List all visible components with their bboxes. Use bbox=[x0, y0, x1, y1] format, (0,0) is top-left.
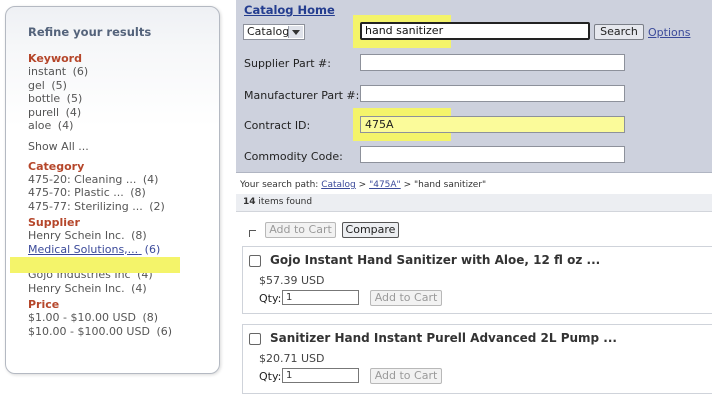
commodity-code-label: Commodity Code: bbox=[244, 150, 343, 163]
results-count-bar: 14 items found bbox=[236, 194, 712, 212]
keyword-item-instant[interactable]: instant (6) bbox=[28, 65, 219, 79]
breadcrumb-catalog-link[interactable]: Catalog bbox=[321, 180, 356, 190]
manufacturer-part-input[interactable] bbox=[360, 85, 625, 102]
keyword-item-aloe[interactable]: aloe (4) bbox=[28, 119, 219, 133]
refine-sidebar: Refine your results Keyword instant (6) … bbox=[5, 6, 220, 374]
product-checkbox[interactable] bbox=[249, 255, 261, 267]
catalog-home-link[interactable]: Catalog Home bbox=[244, 3, 335, 17]
chevron-down-icon[interactable] bbox=[288, 26, 303, 38]
keyword-item-purell[interactable]: purell (4) bbox=[28, 106, 219, 120]
search-button[interactable]: Search bbox=[594, 24, 644, 40]
search-panel: Catalog Home Catalog hand sanitizer Sear… bbox=[236, 0, 712, 173]
category-item-cleaning[interactable]: 475-20: Cleaning ... (4) bbox=[28, 173, 219, 187]
supplier-part-input[interactable] bbox=[360, 54, 625, 71]
supplier-heading: Supplier bbox=[28, 216, 80, 229]
price-item-1-10[interactable]: $1.00 - $10.00 USD (8) bbox=[28, 311, 219, 325]
sidebar-title: Refine your results bbox=[28, 25, 152, 39]
catalog-select[interactable]: Catalog bbox=[243, 24, 305, 40]
add-to-cart-all-button[interactable]: Add to Cart bbox=[265, 222, 336, 238]
keyword-item-bottle[interactable]: bottle (5) bbox=[28, 92, 219, 106]
category-item-sterilizing[interactable]: 475-77: Sterilizing ... (2) bbox=[28, 200, 219, 214]
keyword-heading: Keyword bbox=[28, 52, 82, 65]
product-title[interactable]: Gojo Instant Hand Sanitizer with Aloe, 1… bbox=[270, 253, 600, 267]
options-link[interactable]: Options bbox=[648, 26, 690, 39]
breadcrumb-contract-link[interactable]: "475A" bbox=[369, 180, 401, 190]
qty-label: Qty: bbox=[259, 370, 282, 383]
qty-label: Qty: bbox=[259, 292, 282, 305]
search-input[interactable]: hand sanitizer bbox=[360, 22, 590, 40]
supplier-highlight bbox=[10, 257, 180, 273]
product-card: Gojo Instant Hand Sanitizer with Aloe, 1… bbox=[242, 246, 712, 314]
search-path: Your search path: Catalog > "475A" > "ha… bbox=[240, 180, 486, 190]
select-all-checkbox[interactable] bbox=[249, 230, 256, 237]
show-all-link[interactable]: Show All ... bbox=[28, 140, 219, 153]
compare-button[interactable]: Compare bbox=[342, 222, 399, 238]
catalog-select-value: Catalog bbox=[247, 25, 290, 38]
breadcrumb-query: "hand sanitizer" bbox=[414, 180, 487, 190]
product-checkbox[interactable] bbox=[249, 333, 261, 345]
supplier-item-medical-solutions[interactable]: Medical Solutions,... (6) bbox=[28, 243, 219, 257]
category-item-plastic[interactable]: 475-70: Plastic ... (8) bbox=[28, 186, 219, 200]
keyword-item-gel[interactable]: gel (5) bbox=[28, 79, 219, 93]
manufacturer-part-label: Manufacturer Part #: bbox=[244, 89, 360, 102]
price-item-10-100[interactable]: $10.00 - $100.00 USD (6) bbox=[28, 325, 219, 339]
add-to-cart-button[interactable]: Add to Cart bbox=[370, 368, 442, 384]
price-heading: Price bbox=[28, 298, 60, 311]
supplier-part-label: Supplier Part #: bbox=[244, 57, 331, 70]
qty-input[interactable]: 1 bbox=[282, 290, 359, 305]
breadcrumb-separator: > bbox=[403, 180, 412, 190]
contract-id-label: Contract ID: bbox=[244, 119, 311, 132]
category-heading: Category bbox=[28, 159, 85, 173]
items-found: 14 items found bbox=[243, 197, 313, 207]
product-card: Sanitizer Hand Instant Purell Advanced 2… bbox=[242, 324, 712, 394]
qty-input[interactable]: 1 bbox=[282, 368, 359, 383]
supplier-item-henry-schein[interactable]: Henry Schein Inc. (8) bbox=[28, 229, 219, 243]
product-price: $20.71 USD bbox=[259, 352, 325, 365]
contract-id-input[interactable]: 475A bbox=[360, 116, 625, 133]
product-price: $57.39 USD bbox=[259, 274, 325, 287]
search-path-prefix: Your search path: bbox=[240, 180, 319, 190]
breadcrumb-separator: > bbox=[358, 180, 367, 190]
add-to-cart-button[interactable]: Add to Cart bbox=[370, 290, 442, 306]
commodity-code-input[interactable] bbox=[360, 146, 625, 163]
product-title[interactable]: Sanitizer Hand Instant Purell Advanced 2… bbox=[270, 331, 617, 345]
manufacturer-item-henry-schein[interactable]: Henry Schein Inc. (4) bbox=[28, 282, 219, 296]
